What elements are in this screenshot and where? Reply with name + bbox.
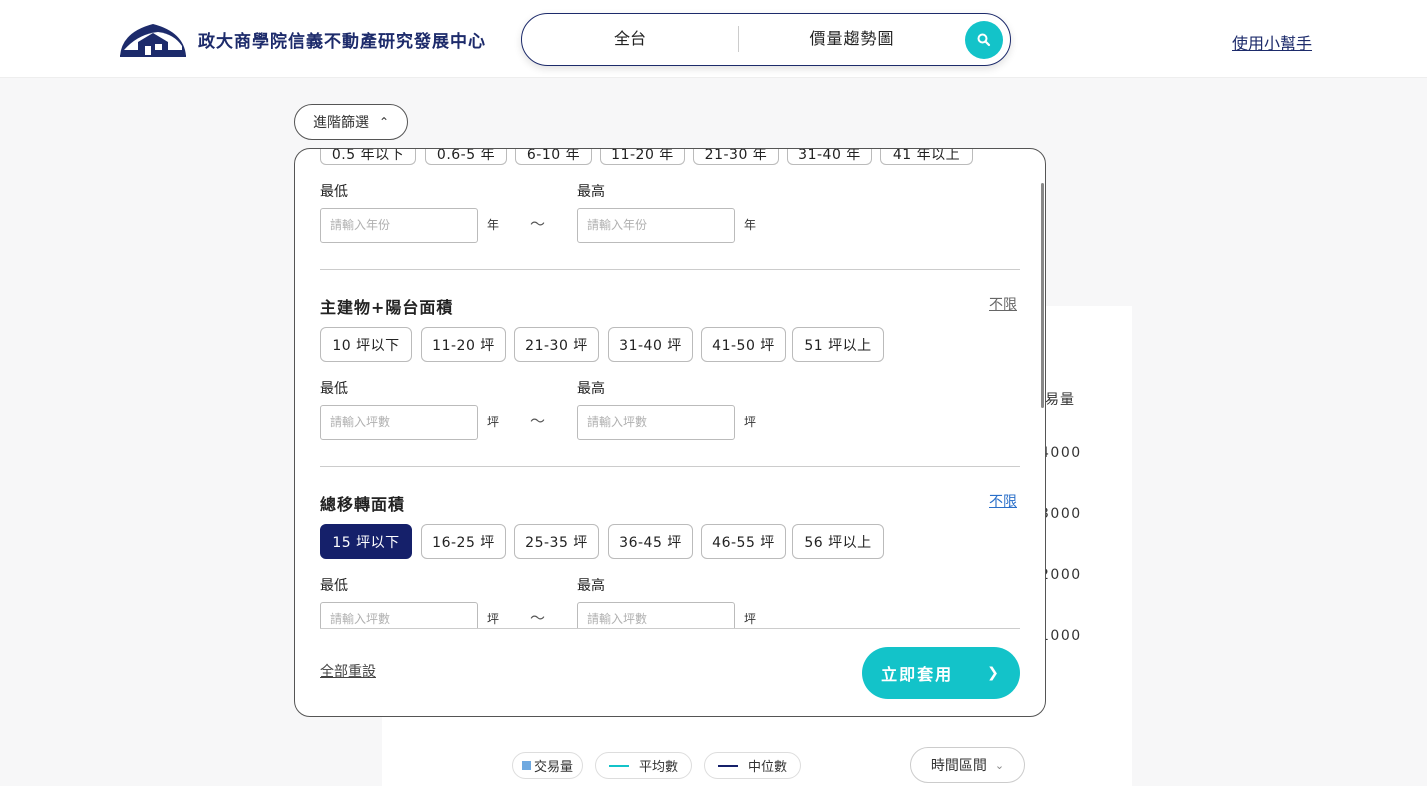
- transfer-area-unit: 坪: [487, 612, 500, 626]
- age-unit: 年: [744, 218, 757, 232]
- filter-scroll-area[interactable]: 0.5 年以下 0.6-5 年 6-10 年 11-20 年 21-30 年 3…: [295, 149, 1045, 628]
- legend-median[interactable]: 中位數: [704, 752, 801, 779]
- age-min-input[interactable]: 請輸入年份: [320, 208, 478, 243]
- panel-scrollbar[interactable]: [1041, 183, 1044, 408]
- y-tick: 3000: [1040, 506, 1082, 522]
- transfer-area-chip[interactable]: 16-25 坪: [421, 524, 506, 559]
- transfer-area-chip[interactable]: 56 坪以上: [792, 524, 884, 559]
- apply-button[interactable]: 立即套用 ❯: [862, 647, 1020, 699]
- transfer-area-unlimited[interactable]: 不限: [989, 491, 1017, 511]
- range-tilde: 〜: [530, 215, 546, 233]
- chevron-down-icon: ⌄: [994, 758, 1005, 772]
- age-chip[interactable]: 31-40 年: [787, 149, 872, 165]
- section-divider: [320, 269, 1020, 270]
- main-area-chip[interactable]: 41-50 坪: [701, 327, 786, 362]
- time-range-dropdown[interactable]: 時間區間 ⌄: [910, 747, 1025, 783]
- volume-swatch: [521, 761, 531, 770]
- advanced-filter-panel: 0.5 年以下 0.6-5 年 6-10 年 11-20 年 21-30 年 3…: [294, 148, 1046, 717]
- region-selector[interactable]: 全台: [522, 14, 738, 64]
- age-chip[interactable]: 0.5 年以下: [320, 149, 416, 165]
- age-chip[interactable]: 41 年以上: [880, 149, 973, 165]
- age-unit: 年: [487, 218, 500, 232]
- age-chip[interactable]: 21-30 年: [693, 149, 779, 165]
- age-chip[interactable]: 11-20 年: [600, 149, 685, 165]
- transfer-area-chip[interactable]: 36-45 坪: [608, 524, 693, 559]
- main-area-chip[interactable]: 10 坪以下: [320, 327, 412, 362]
- main-area-chip[interactable]: 21-30 坪: [514, 327, 599, 362]
- time-range-label: 時間區間: [930, 758, 987, 774]
- legend-median-label: 中位數: [747, 760, 787, 775]
- transfer-area-chip[interactable]: 46-55 坪: [701, 524, 786, 559]
- transfer-area-min-input[interactable]: 請輸入坪數: [320, 602, 478, 628]
- main-area-chip[interactable]: 51 坪以上: [792, 327, 884, 362]
- transfer-area-title: 總移轉面積: [320, 495, 406, 514]
- main-area-chip[interactable]: 11-20 坪: [421, 327, 506, 362]
- search-button[interactable]: [965, 21, 1003, 59]
- reset-all-link[interactable]: 全部重設: [320, 661, 376, 681]
- age-min-label: 最低: [320, 184, 348, 200]
- main-area-unit: 坪: [744, 415, 757, 429]
- transfer-area-min-label: 最低: [320, 578, 348, 594]
- chart-type-selector[interactable]: 價量趨勢圖: [739, 14, 965, 64]
- apply-button-label: 立即套用: [881, 665, 954, 684]
- main-area-unlimited[interactable]: 不限: [989, 294, 1017, 314]
- legend-volume[interactable]: 交易量: [512, 752, 583, 779]
- legend-average[interactable]: 平均數: [595, 752, 692, 779]
- helper-link[interactable]: 使用小幫手: [1232, 30, 1312, 54]
- age-chip[interactable]: 6-10 年: [515, 149, 592, 165]
- median-line-swatch: [717, 764, 738, 767]
- legend-average-label: 平均數: [638, 760, 678, 775]
- main-area-title: 主建物+陽台面積: [320, 298, 454, 317]
- house-logo-icon: [120, 24, 186, 57]
- chevron-right-icon: ❯: [987, 665, 1001, 681]
- y-tick: 4000: [1040, 445, 1082, 461]
- advanced-filter-label: 進階篩選: [312, 115, 369, 131]
- range-tilde: 〜: [530, 412, 546, 430]
- main-area-max-label: 最高: [577, 381, 605, 397]
- age-max-label: 最高: [577, 184, 605, 200]
- logo[interactable]: 政大商學院信義不動產研究發展中心: [118, 20, 486, 58]
- main-area-min-input[interactable]: 請輸入坪數: [320, 405, 478, 440]
- main-area-max-input[interactable]: 請輸入坪數: [577, 405, 735, 440]
- main-area-min-label: 最低: [320, 381, 348, 397]
- panel-footer-divider: [320, 628, 1020, 629]
- transfer-area-max-label: 最高: [577, 578, 605, 594]
- age-max-input[interactable]: 請輸入年份: [577, 208, 735, 243]
- average-line-swatch: [608, 764, 629, 767]
- age-chip[interactable]: 0.6-5 年: [425, 149, 507, 165]
- logo-text: 政大商學院信義不動產研究發展中心: [198, 31, 486, 52]
- chevron-up-icon: ⌃: [378, 115, 390, 129]
- range-tilde: 〜: [530, 609, 546, 627]
- transfer-area-chip[interactable]: 25-35 坪: [514, 524, 599, 559]
- y-tick: 1000: [1040, 628, 1082, 644]
- search-bar: 全台 價量趨勢圖: [521, 13, 1011, 66]
- transfer-area-chip-selected[interactable]: 15 坪以下: [320, 524, 412, 559]
- section-divider: [320, 466, 1020, 467]
- transfer-area-unit: 坪: [744, 612, 757, 626]
- y-tick: 2000: [1040, 567, 1082, 583]
- transfer-area-max-input[interactable]: 請輸入坪數: [577, 602, 735, 628]
- search-icon: [977, 33, 991, 47]
- main-area-chip[interactable]: 31-40 坪: [608, 327, 693, 362]
- top-header: 政大商學院信義不動產研究發展中心 全台 價量趨勢圖 使用小幫手: [0, 0, 1427, 78]
- legend-volume-label: 交易量: [533, 760, 573, 775]
- advanced-filter-toggle[interactable]: 進階篩選 ⌃: [294, 104, 408, 140]
- main-area-unit: 坪: [487, 415, 500, 429]
